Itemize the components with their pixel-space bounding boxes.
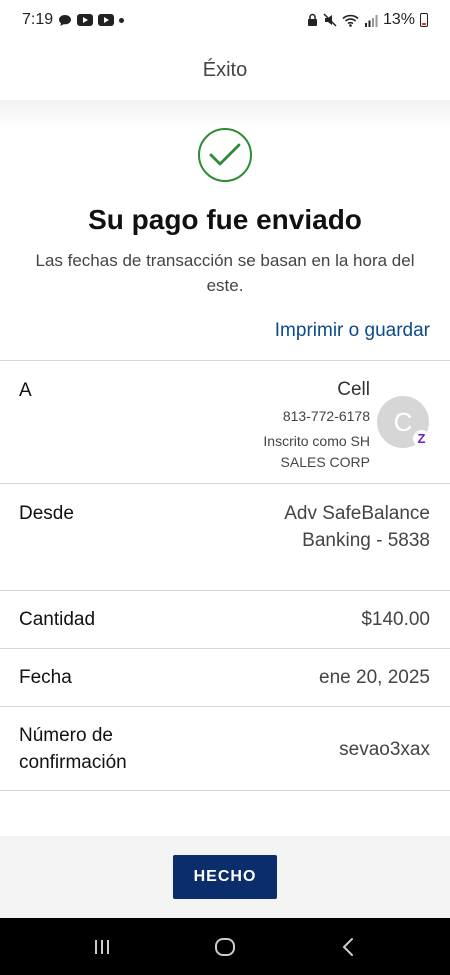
to-label: A [19,380,32,401]
wifi-icon [342,14,359,27]
battery-percentage: 13% [382,11,415,28]
zelle-icon: Z [413,430,430,447]
status-bar: 7:19 13% [0,0,450,40]
divider [0,590,450,591]
youtube-icon [77,14,94,26]
page-header: Éxito [0,40,450,100]
divider [0,790,450,791]
signal-icon [364,14,378,27]
battery-icon [420,13,428,27]
divider [0,706,450,707]
confirmation-label-line1: Número de [19,725,113,746]
recipient-name: Cell [337,379,370,400]
confirmation-label: Número de confirmación [19,722,127,776]
mute-icon [323,13,337,27]
date-label: Fecha [19,667,72,688]
recent-apps-icon[interactable] [82,927,122,967]
header-shadow [0,100,450,130]
divider [0,648,450,649]
amount-label: Cantidad [19,609,96,630]
recipient-enrolled-line1: Inscrito como SH [263,433,370,449]
page-title: Éxito [202,58,248,81]
recipient-enrolled-line2: SALES CORP [280,454,370,470]
notification-dot-icon [119,17,125,23]
from-account: Adv SafeBalance Banking - 5838 [284,500,430,554]
amount-value: $140.00 [361,609,430,630]
status-bar-right: 13% [307,11,428,29]
system-nav-bar [0,918,450,975]
divider [0,360,450,361]
success-title: Su pago fue enviado [88,204,362,235]
recipient-info: Cell 813-772-6178 Inscrito como SH SALES… [263,378,370,473]
checkmark-circle-icon [198,128,252,182]
status-bar-left: 7:19 [22,11,125,29]
from-account-line2: Banking - 5838 [302,530,430,551]
from-account-line1: Adv SafeBalance [284,503,430,524]
chat-bubble-icon [58,14,72,27]
confirmation-number: sevao3xax [339,739,430,760]
back-icon[interactable] [328,927,368,967]
recipient-enrolled-as: Inscrito como SH SALES CORP [263,431,370,473]
home-icon[interactable] [205,927,245,967]
recipient-phone: 813-772-6178 [282,408,370,424]
divider [0,483,450,484]
youtube-icon [98,14,115,26]
date-value: ene 20, 2025 [319,667,430,688]
lock-icon [307,13,318,27]
confirmation-label-line2: confirmación [19,752,127,773]
success-indicator [0,128,450,182]
timezone-note: Las fechas de transacción se basan en la… [35,251,415,295]
print-or-save-link[interactable]: Imprimir o guardar [275,320,430,342]
from-label: Desde [19,503,74,524]
status-time: 7:19 [22,11,54,28]
done-button[interactable]: HECHO [173,855,277,899]
